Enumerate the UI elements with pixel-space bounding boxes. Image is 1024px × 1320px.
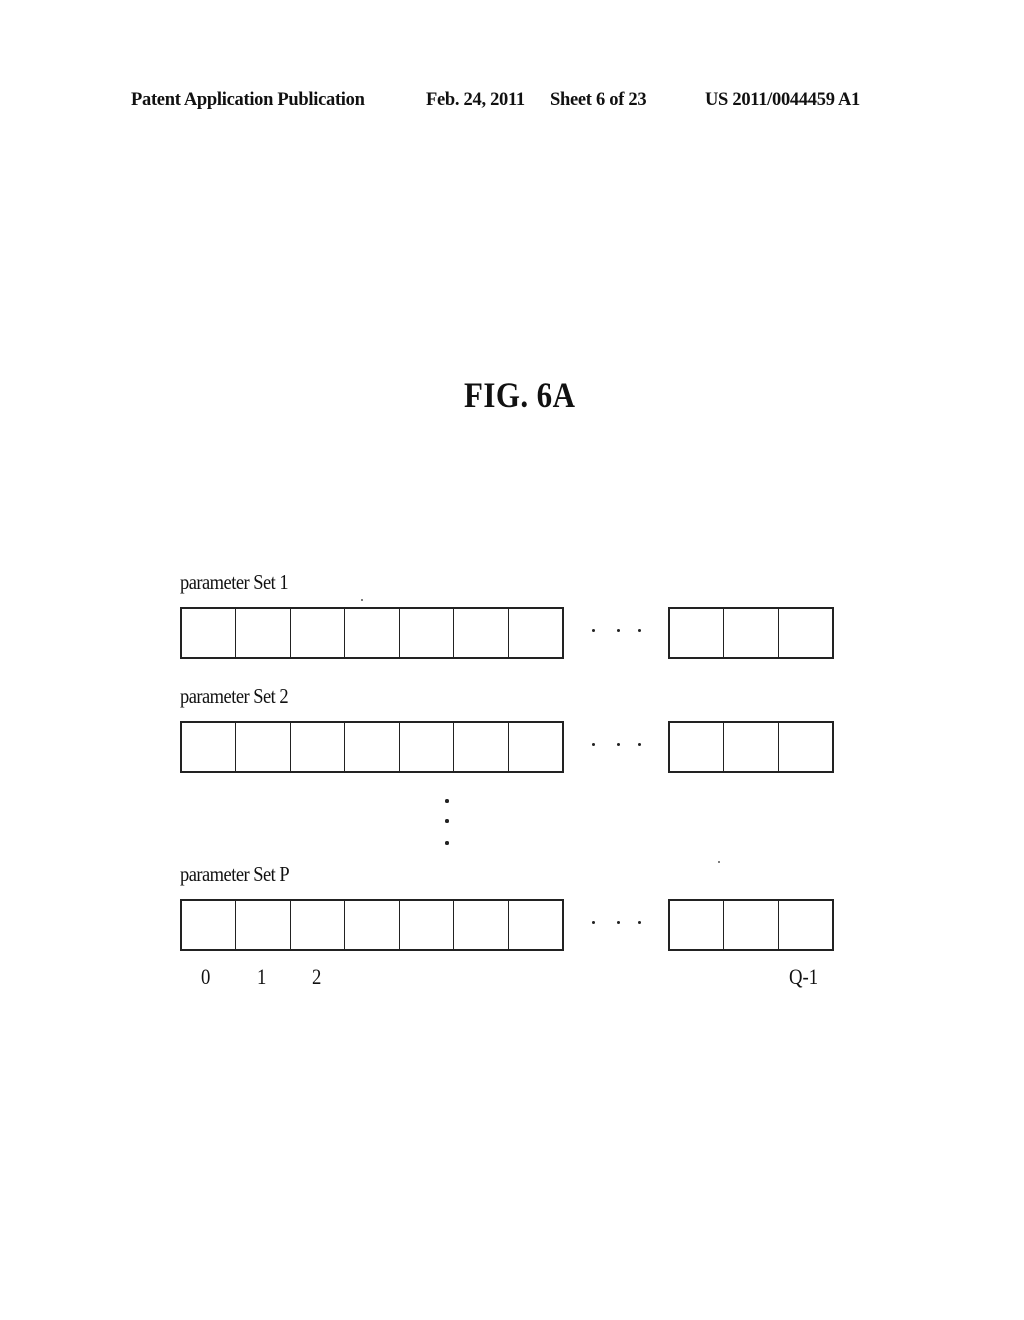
parameter-cell (454, 609, 509, 657)
parameter-cell (182, 901, 237, 949)
parameter-cell (400, 723, 455, 771)
parameter-cell (670, 901, 725, 949)
parameter-set-label: parameter Set 2 (180, 684, 289, 708)
parameter-cells-right-group (668, 607, 834, 659)
parameter-cell (182, 723, 237, 771)
parameter-cell (779, 901, 832, 949)
parameter-cell (724, 723, 779, 771)
parameter-cell (509, 723, 562, 771)
parameter-cell (345, 723, 400, 771)
scan-speck (361, 599, 363, 601)
parameter-cell (182, 609, 237, 657)
parameter-cell (670, 609, 725, 657)
scan-speck (718, 861, 720, 863)
horizontal-ellipsis (590, 743, 650, 749)
index-label: Q-1 (789, 964, 819, 989)
figure-title: FIG. 6A (464, 375, 576, 415)
parameter-cells-right-group (668, 899, 834, 951)
index-label: 0 (201, 964, 211, 989)
index-label: 2 (312, 964, 322, 989)
parameter-cell (724, 901, 779, 949)
sheet-number: Sheet 6 of 23 (550, 90, 647, 110)
parameter-cell (670, 723, 725, 771)
parameter-cell (345, 901, 400, 949)
parameter-cell (291, 609, 346, 657)
parameter-cell (291, 723, 346, 771)
parameter-cell (509, 609, 562, 657)
parameter-cells-left-group (180, 721, 564, 773)
parameter-set-row (0, 721, 1024, 773)
parameter-cell (236, 901, 291, 949)
parameter-cell (236, 723, 291, 771)
parameter-cells-left-group (180, 607, 564, 659)
parameter-cell (454, 723, 509, 771)
index-label: 1 (257, 964, 267, 989)
publication-type: Patent Application Publication (131, 90, 365, 110)
parameter-cells-right-group (668, 721, 834, 773)
parameter-cell (724, 609, 779, 657)
parameter-cell (509, 901, 562, 949)
parameter-cell (779, 723, 832, 771)
publication-date: Feb. 24, 2011 (426, 90, 525, 110)
parameter-cell (400, 901, 455, 949)
horizontal-ellipsis (590, 921, 650, 927)
parameter-set-label: parameter Set P (180, 862, 290, 886)
parameter-set-row (0, 899, 1024, 951)
parameter-set-row (0, 607, 1024, 659)
parameter-set-label: parameter Set 1 (180, 570, 289, 594)
parameter-cell (291, 901, 346, 949)
parameter-cell (236, 609, 291, 657)
parameter-cell (779, 609, 832, 657)
horizontal-ellipsis (590, 629, 650, 635)
parameter-cell (400, 609, 455, 657)
parameter-cell (345, 609, 400, 657)
parameter-cell (454, 901, 509, 949)
parameter-cells-left-group (180, 899, 564, 951)
publication-number: US 2011/0044459 A1 (705, 90, 860, 110)
